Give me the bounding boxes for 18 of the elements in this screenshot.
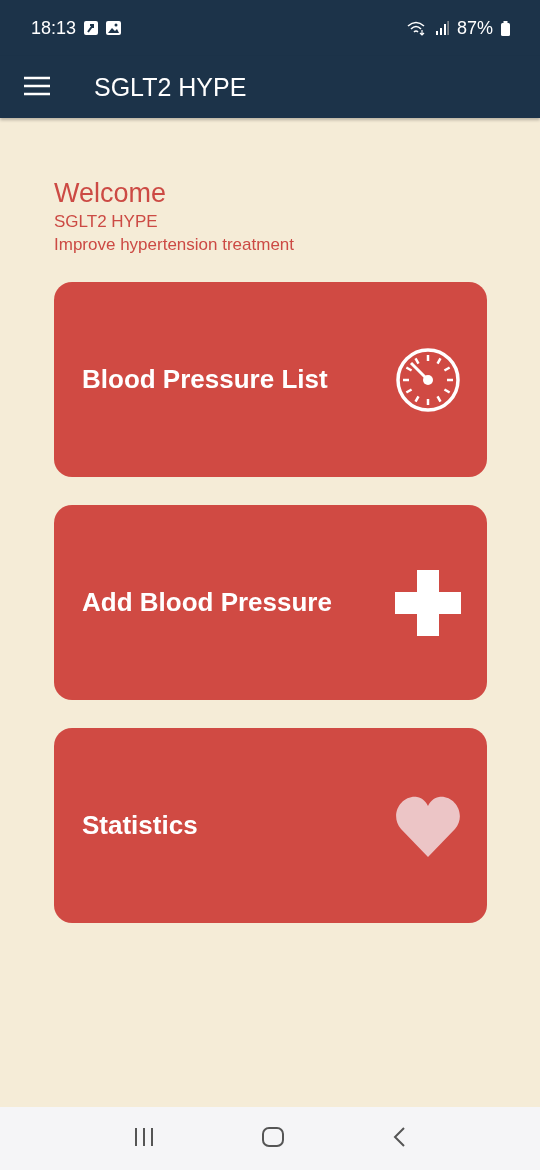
signal-icon (434, 21, 449, 35)
recents-button[interactable] (134, 1128, 154, 1149)
tagline: Improve hypertension treatment (54, 234, 295, 256)
image-icon (106, 21, 122, 35)
app-name: SGLT2 HYPE (54, 211, 159, 233)
gauge-icon (395, 346, 461, 413)
welcome-heading: Welcome (54, 177, 168, 210)
wifi-icon (406, 20, 427, 36)
menu-card[interactable]: Blood Pressure List (54, 282, 487, 477)
app-title: SGLT2 HYPE (94, 72, 247, 102)
clock: 18:13 (31, 17, 77, 39)
notification-icon (84, 21, 99, 35)
battery-level: 87% (456, 17, 493, 39)
menu-card[interactable]: Statistics (54, 728, 487, 923)
battery-icon (501, 20, 510, 36)
menu-card[interactable]: Add Blood Pressure (54, 505, 487, 700)
plus-icon (395, 569, 461, 636)
home-button[interactable] (262, 1127, 284, 1150)
